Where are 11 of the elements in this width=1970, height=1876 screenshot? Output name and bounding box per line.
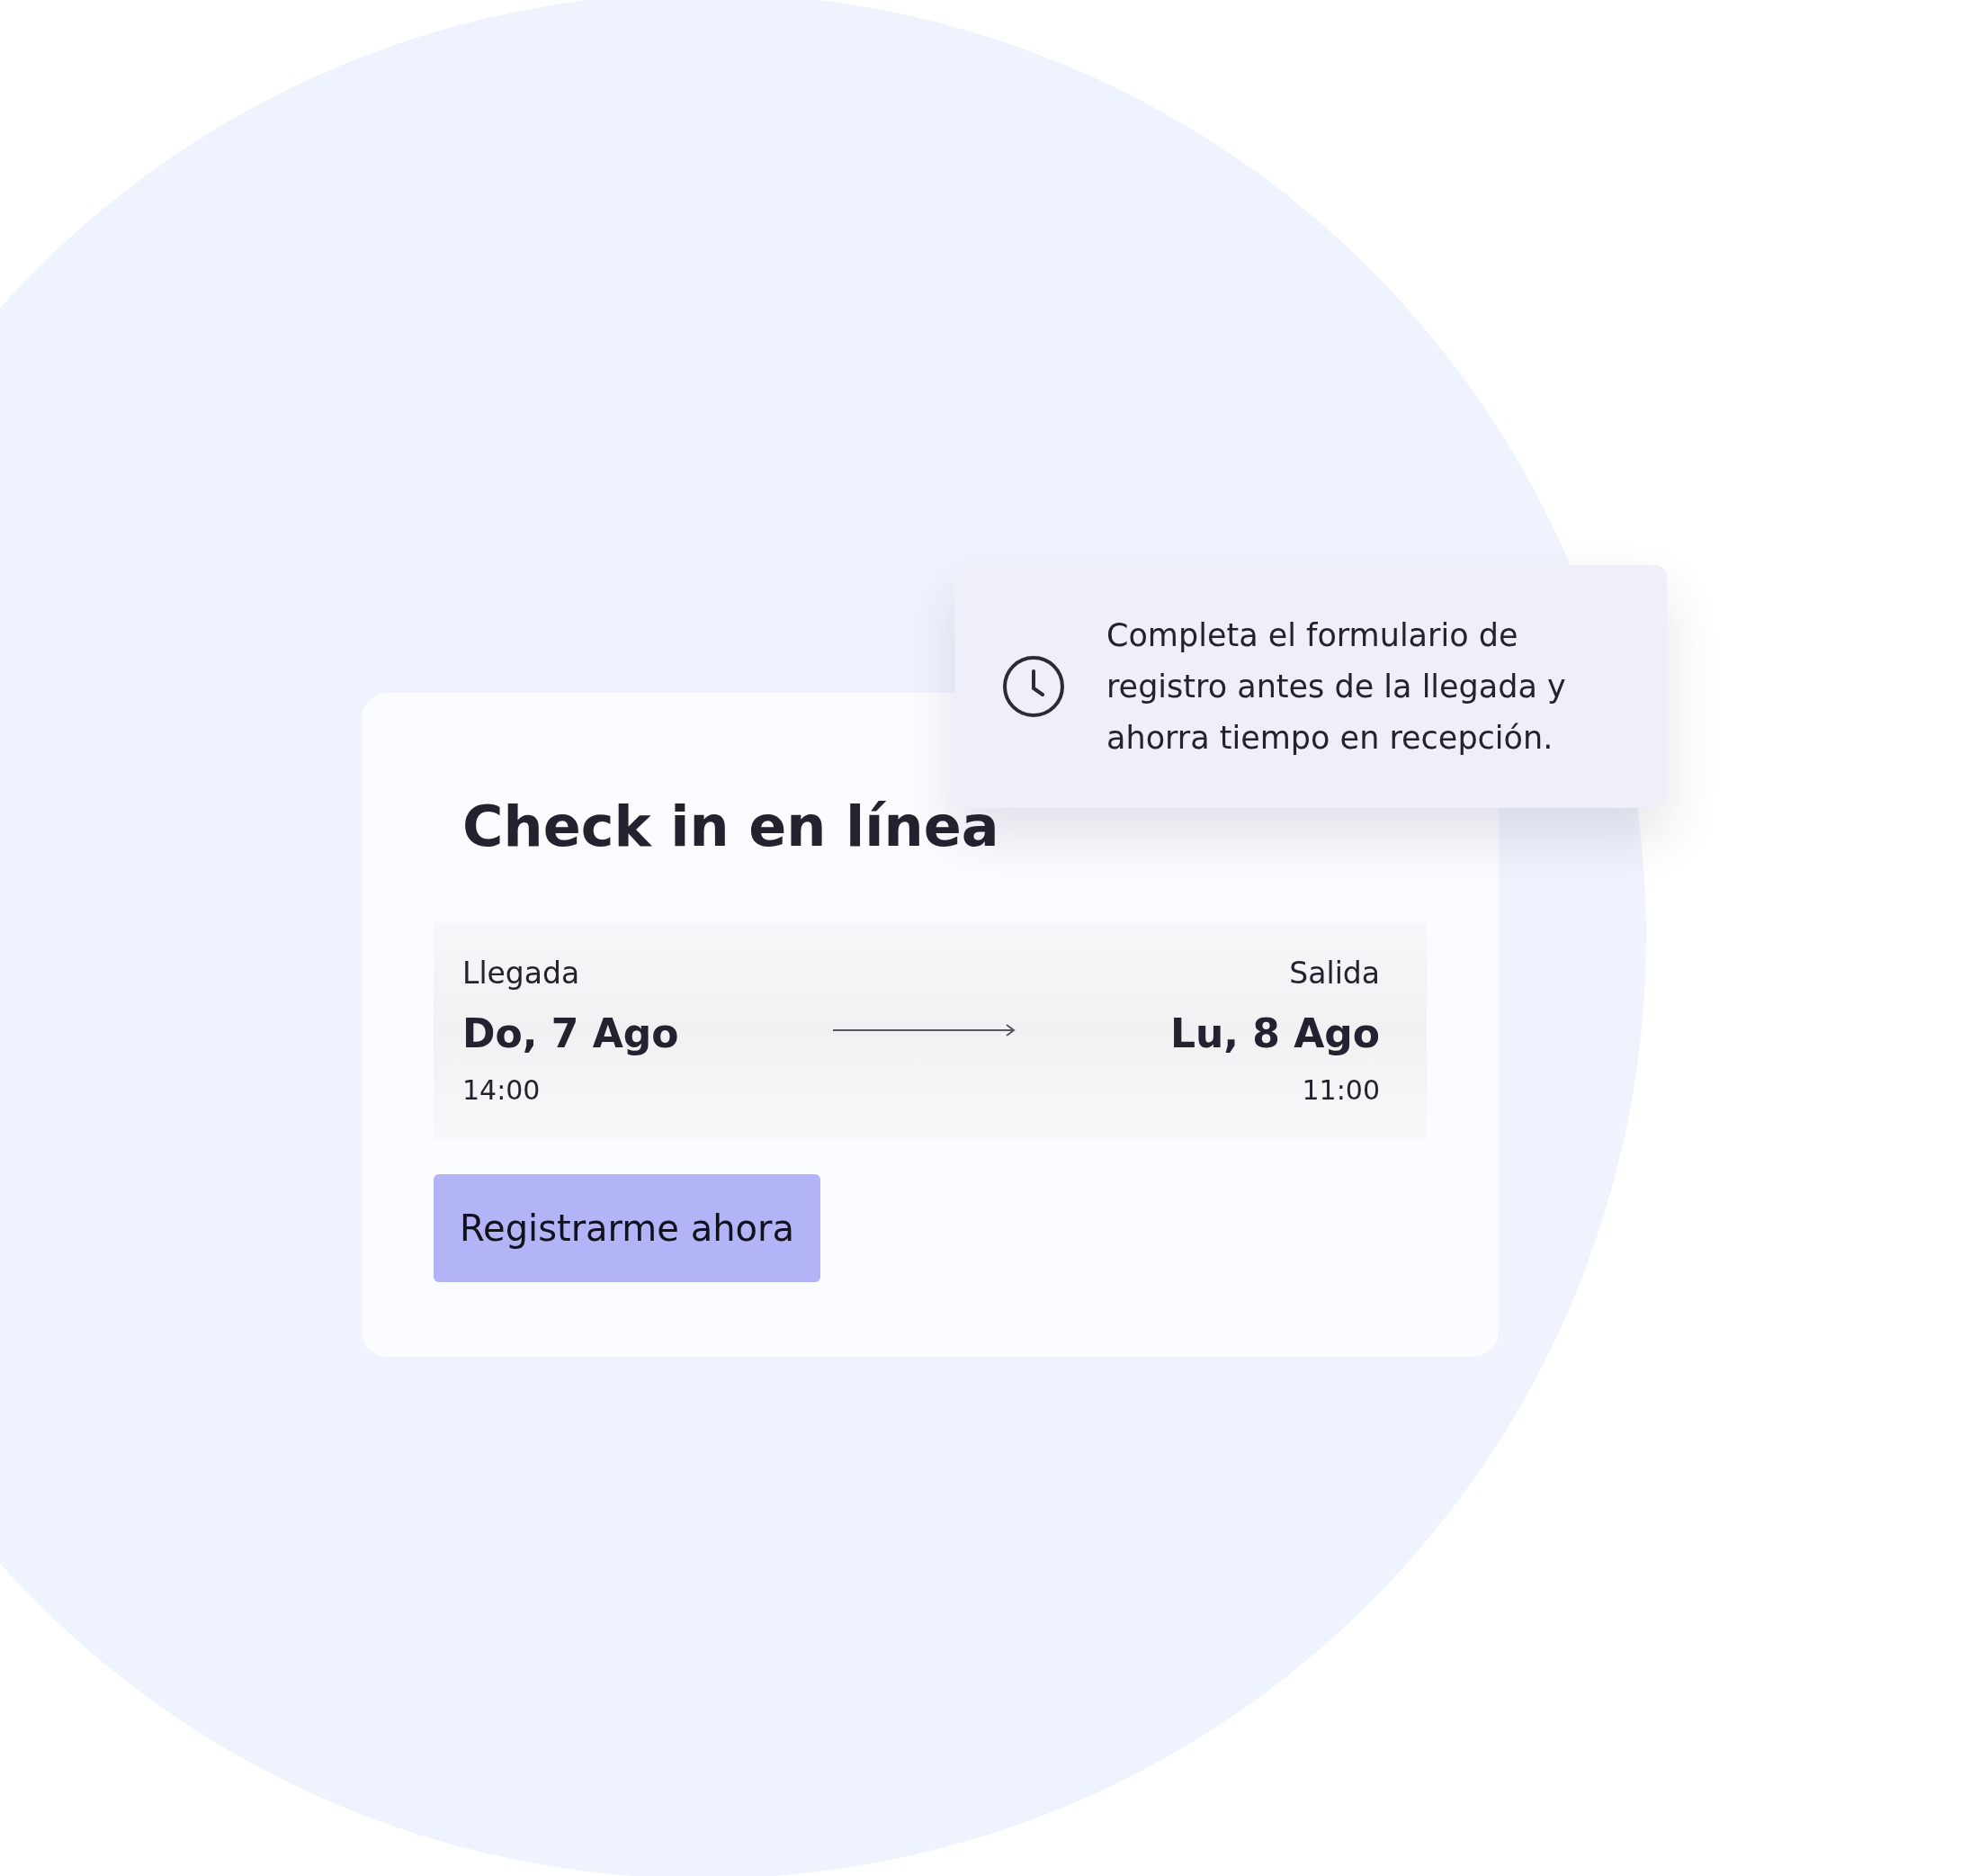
stay-date: Do, 7 Ago bbox=[462, 1010, 679, 1056]
card-title: Check in en línea bbox=[462, 794, 1000, 859]
clock-icon bbox=[1002, 655, 1065, 718]
stay-label: Llegada bbox=[462, 955, 580, 991]
stay-date: Lu, 8 Ago bbox=[1169, 1010, 1380, 1056]
stay-time: 14:00 bbox=[462, 1073, 541, 1106]
arrow-icon bbox=[833, 1023, 1016, 1037]
register-button[interactable]: Registrarme ahora bbox=[434, 1174, 820, 1282]
stay-label: Salida bbox=[1289, 955, 1380, 991]
stay-time: 11:00 bbox=[1302, 1073, 1380, 1106]
notice-text: Completa el formulario de registro antes de la llegada y ahorra tiempo en recepción. bbox=[1106, 615, 1567, 758]
